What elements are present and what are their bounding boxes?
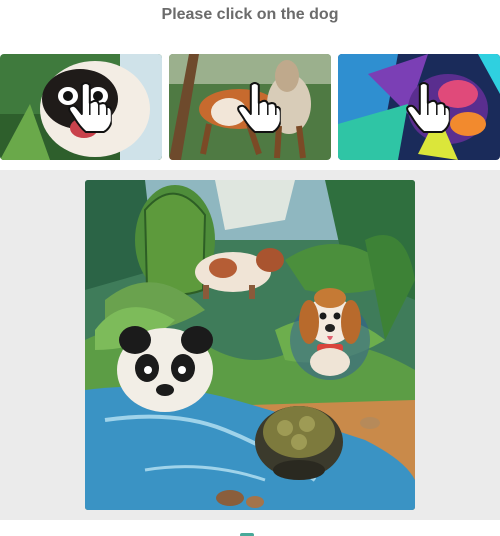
hand-pointer-icon [68,82,112,133]
example-image-pug [0,54,162,160]
example-images-row [0,54,500,160]
challenge-panel [0,170,500,520]
challenge-image[interactable] [85,180,415,510]
challenge-prompt: Please click on the dog [161,6,339,23]
example-image-colorful-dog [338,54,500,160]
example-image-running-dog [169,54,331,160]
hand-pointer-icon [406,82,450,133]
footer-bar [0,525,500,536]
panda-figure [117,326,213,412]
hand-pointer-icon [237,82,281,133]
